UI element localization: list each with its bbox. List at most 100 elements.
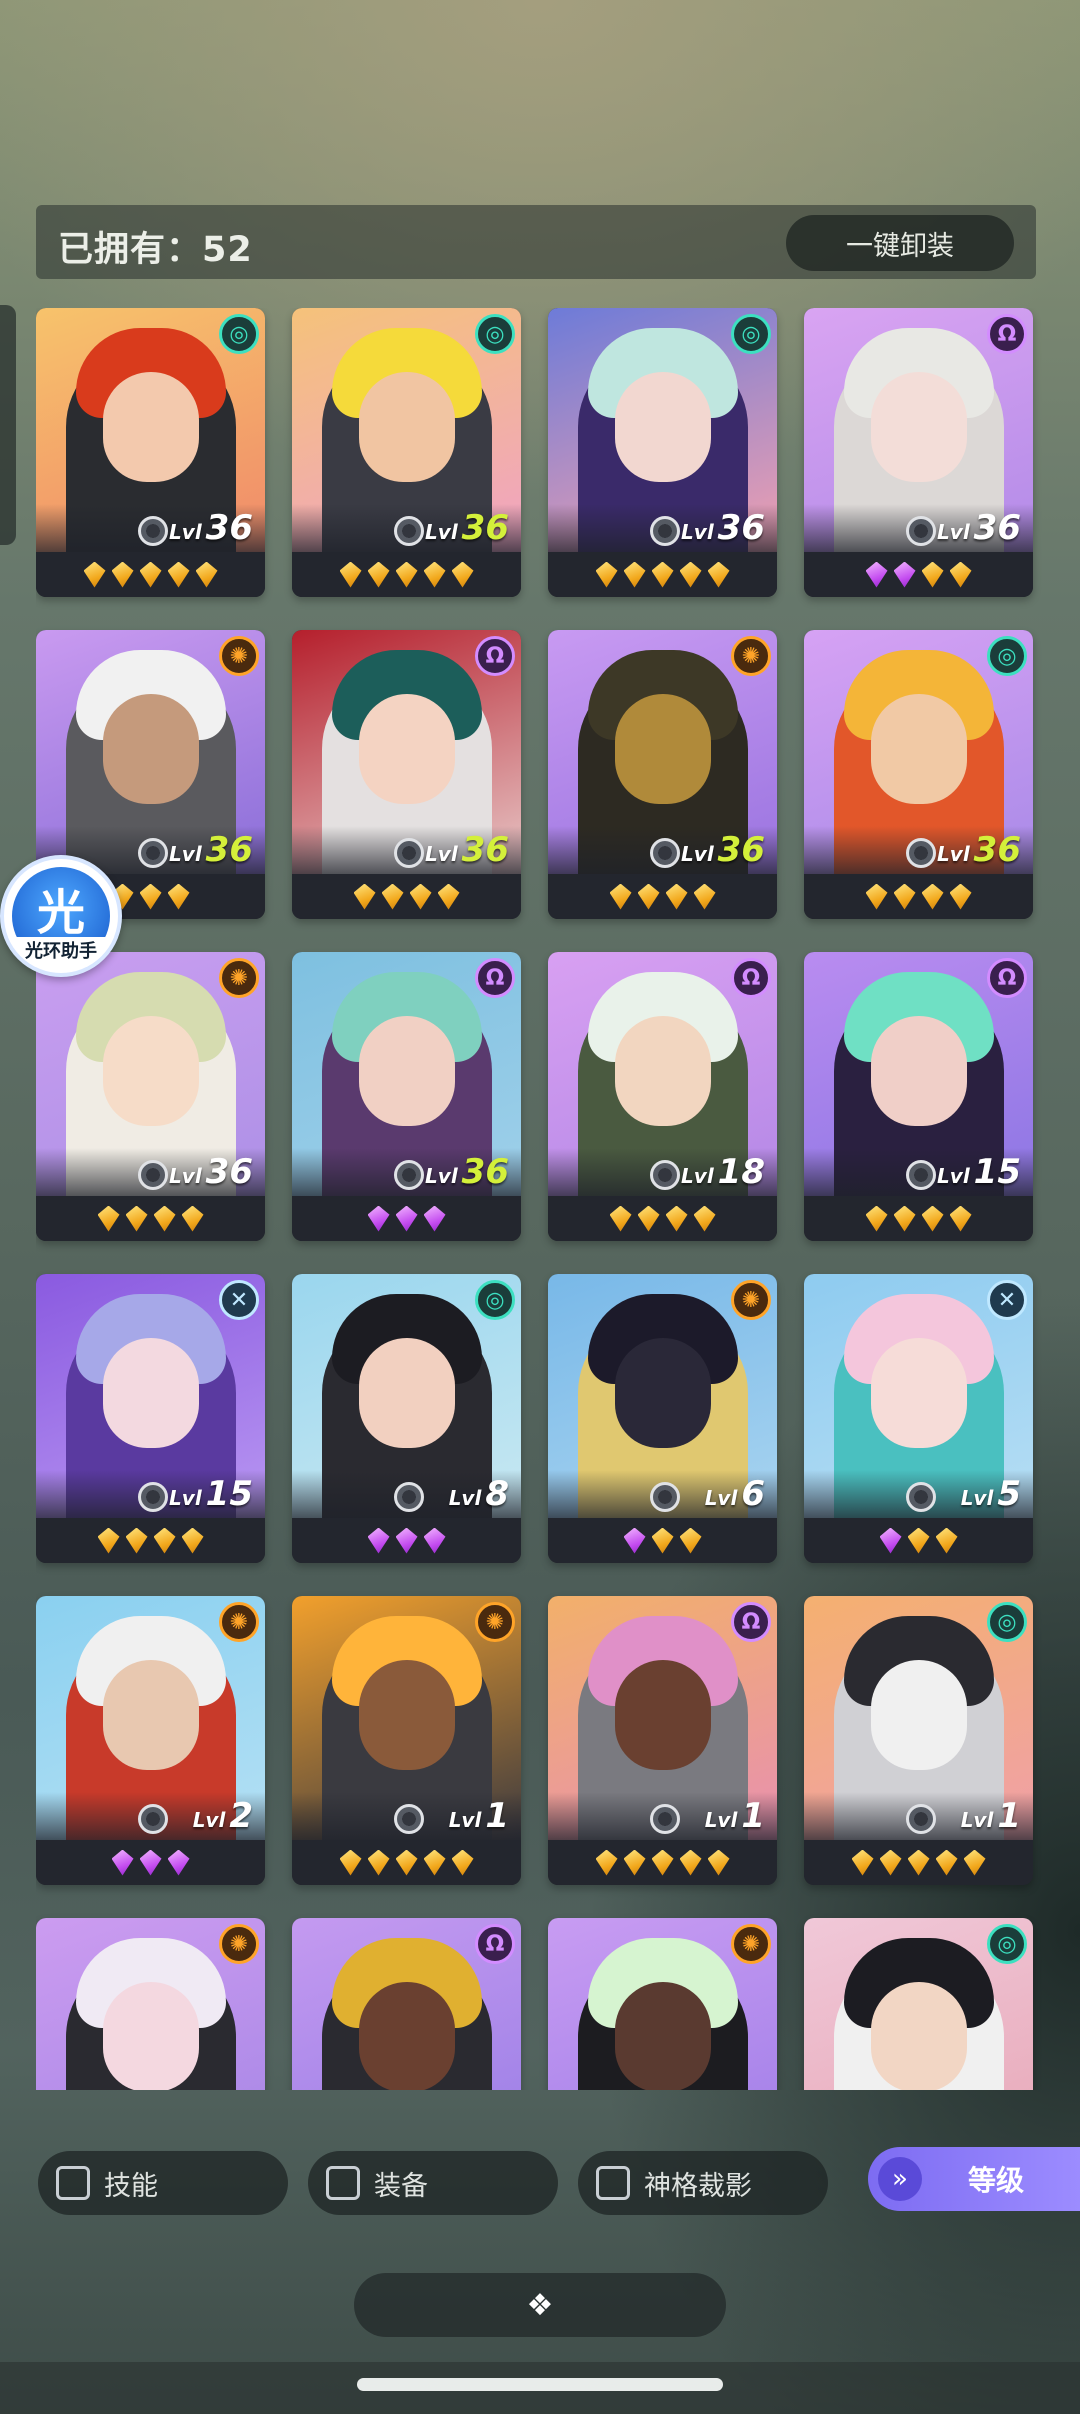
hero-face xyxy=(102,1660,199,1770)
hero-star-gems xyxy=(548,874,777,919)
element-sun-icon: ✺ xyxy=(219,958,259,998)
owned-header: 已拥有：52 一键卸装 xyxy=(36,205,1036,279)
gold-gem-icon xyxy=(153,1205,176,1232)
gold-gem-icon xyxy=(353,883,376,910)
gold-gem-icon xyxy=(125,1527,148,1554)
halo-assistant-button[interactable]: 光 光环助手 xyxy=(0,855,122,977)
filter-divinity-toggle[interactable]: 神格裁影 xyxy=(578,2151,828,2215)
hero-star-gems xyxy=(804,552,1033,597)
hero-card[interactable]: ✺ xyxy=(548,1918,777,2090)
awakening-ring-icon xyxy=(394,838,424,868)
hero-card[interactable]: ✺ Lvl 2 xyxy=(36,1596,265,1885)
hero-card[interactable]: Ω xyxy=(292,1918,521,2090)
hero-card[interactable]: Ω Lvl 36 xyxy=(292,630,521,919)
hero-star-gems xyxy=(292,552,521,597)
gold-gem-icon xyxy=(451,561,474,588)
hero-card[interactable]: ◎ Lvl 36 xyxy=(36,308,265,597)
gold-gem-icon xyxy=(893,1205,916,1232)
filter-skill-toggle[interactable]: 技能 xyxy=(38,2151,288,2215)
gold-gem-icon xyxy=(167,883,190,910)
hero-level: Lvl 8 xyxy=(449,1474,509,1518)
hero-face xyxy=(102,1016,199,1126)
checkbox-icon xyxy=(326,2166,360,2200)
hero-level: Lvl 1 xyxy=(705,1796,765,1840)
hero-card[interactable]: Ω Lvl 15 xyxy=(804,952,1033,1241)
hero-card[interactable]: ◎ Lvl 36 xyxy=(548,308,777,597)
sort-level-button[interactable]: » 等级 xyxy=(868,2147,1080,2211)
gold-gem-icon xyxy=(339,1849,362,1876)
home-indicator[interactable] xyxy=(357,2378,723,2391)
gold-gem-icon xyxy=(367,1849,390,1876)
hero-face xyxy=(358,1338,455,1448)
level-prefix: Lvl xyxy=(681,842,714,866)
hero-card[interactable]: ◎ Lvl 1 xyxy=(804,1596,1033,1885)
hero-card[interactable]: ◎ Lvl 36 xyxy=(804,630,1033,919)
hero-star-gems xyxy=(548,1840,777,1885)
level-value: 36 xyxy=(973,508,1021,548)
gold-gem-icon xyxy=(623,1849,646,1876)
side-drawer-handle[interactable] xyxy=(0,305,16,545)
level-value: 8 xyxy=(485,1474,509,1514)
element-sun-icon: ✺ xyxy=(219,636,259,676)
gold-gem-icon xyxy=(623,561,646,588)
hero-star-gems xyxy=(292,1518,521,1563)
purple-gem-icon xyxy=(167,1849,190,1876)
hero-card[interactable]: ✺ Lvl 36 xyxy=(548,630,777,919)
element-swirl-icon: ◎ xyxy=(987,1924,1027,1964)
hero-card[interactable]: Ω Lvl 36 xyxy=(804,308,1033,597)
purple-gem-icon xyxy=(893,561,916,588)
gold-gem-icon xyxy=(707,1849,730,1876)
hero-info-bar: Lvl 18 xyxy=(548,1148,777,1196)
hero-info-bar: Lvl 2 xyxy=(36,1792,265,1840)
expand-panel-button[interactable]: ❖ xyxy=(354,2273,726,2337)
gold-gem-icon xyxy=(865,1205,888,1232)
element-omega-icon: Ω xyxy=(475,636,515,676)
level-prefix: Lvl xyxy=(704,1486,738,1510)
gold-gem-icon xyxy=(693,1205,716,1232)
level-prefix: Lvl xyxy=(681,1164,714,1188)
checkbox-icon xyxy=(596,2166,630,2200)
purple-gem-icon xyxy=(367,1527,390,1554)
purple-gem-icon xyxy=(395,1527,418,1554)
hero-card[interactable]: Ω Lvl 18 xyxy=(548,952,777,1241)
gold-gem-icon xyxy=(609,883,632,910)
hero-card[interactable]: ◎ Lvl 8 xyxy=(292,1274,521,1563)
hero-level: Lvl 36 xyxy=(681,508,765,552)
hero-star-gems xyxy=(548,1196,777,1241)
purple-gem-icon xyxy=(865,561,888,588)
hero-card[interactable]: Ω Lvl 36 xyxy=(292,952,521,1241)
hero-card[interactable]: ✺ Lvl 36 xyxy=(36,952,265,1241)
awakening-ring-icon xyxy=(138,1160,168,1190)
awakening-ring-icon xyxy=(650,516,680,546)
level-prefix: Lvl xyxy=(681,520,714,544)
hero-info-bar: Lvl 36 xyxy=(36,1148,265,1196)
hero-face xyxy=(358,1660,455,1770)
hero-card[interactable]: Ω Lvl 1 xyxy=(548,1596,777,1885)
hero-card[interactable]: ✺ Lvl 6 xyxy=(548,1274,777,1563)
hero-level: Lvl 1 xyxy=(449,1796,509,1840)
hero-card[interactable]: ✕ Lvl 5 xyxy=(804,1274,1033,1563)
hero-face xyxy=(102,694,199,804)
element-sun-icon: ✺ xyxy=(731,1924,771,1964)
gold-gem-icon xyxy=(181,1205,204,1232)
hero-grid-scroll[interactable]: ◎ Lvl 36 ◎ Lvl 36 ◎ Lvl 36 Ω Lvl 36 ✺ Lvl 36 Ω Lvl 36 ✺ Lvl… xyxy=(36,308,1046,2090)
hero-card[interactable]: ✺ xyxy=(36,1918,265,2090)
hero-star-gems xyxy=(292,1840,521,1885)
hero-level: Lvl 36 xyxy=(937,830,1021,874)
hero-card[interactable]: ◎ xyxy=(804,1918,1033,2090)
hero-info-bar: Lvl 15 xyxy=(804,1148,1033,1196)
awakening-ring-icon xyxy=(394,1482,424,1512)
gold-gem-icon xyxy=(893,883,916,910)
unequip-all-button[interactable]: 一键卸装 xyxy=(786,215,1014,271)
gold-gem-icon xyxy=(97,1527,120,1554)
hero-star-gems xyxy=(804,874,1033,919)
hero-card[interactable]: ✕ Lvl 15 xyxy=(36,1274,265,1563)
filter-equipment-toggle[interactable]: 装备 xyxy=(308,2151,558,2215)
element-swirl-icon: ◎ xyxy=(475,1280,515,1320)
purple-gem-icon xyxy=(395,1205,418,1232)
hero-info-bar: Lvl 36 xyxy=(548,504,777,552)
element-cross-icon: ✕ xyxy=(219,1280,259,1320)
hero-card[interactable]: ◎ Lvl 36 xyxy=(292,308,521,597)
hero-card[interactable]: ✺ Lvl 1 xyxy=(292,1596,521,1885)
hero-info-bar: Lvl 36 xyxy=(36,504,265,552)
